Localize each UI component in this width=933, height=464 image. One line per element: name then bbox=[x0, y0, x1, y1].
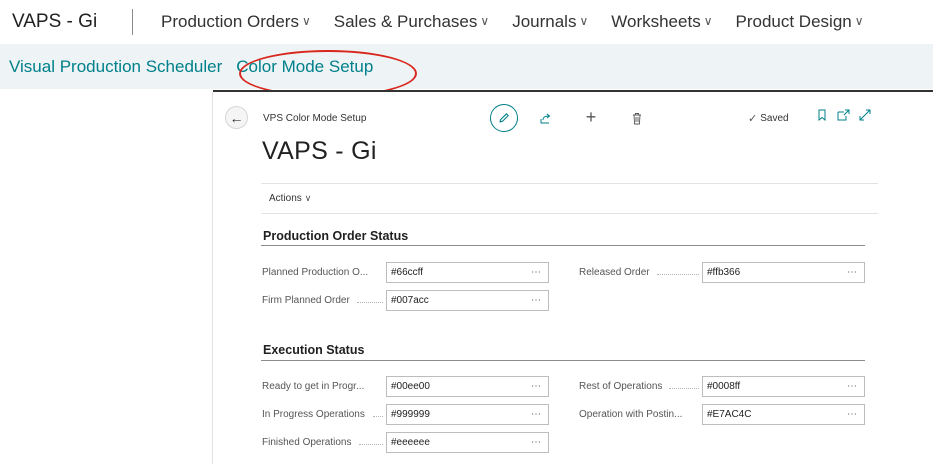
actions-divider-bottom bbox=[261, 213, 878, 214]
ellipsis-icon[interactable]: ⋯ bbox=[531, 437, 548, 448]
subnav-visual-production-scheduler[interactable]: Visual Production Scheduler bbox=[9, 57, 222, 77]
ellipsis-icon[interactable]: ⋯ bbox=[531, 409, 548, 420]
ellipsis-icon[interactable]: ⋯ bbox=[847, 267, 864, 278]
page-title: VAPS - Gi bbox=[262, 137, 377, 165]
field-input-ready-to-get-in-progress[interactable]: #00ee00 ⋯ bbox=[386, 376, 549, 397]
section-execution-status[interactable]: Execution Status bbox=[263, 343, 364, 357]
color-mode-setup-card: ← VPS Color Mode Setup + ✓ Saved VAPS - … bbox=[213, 90, 933, 464]
open-new-window-button[interactable] bbox=[837, 109, 850, 124]
ellipsis-icon[interactable]: ⋯ bbox=[531, 381, 548, 392]
leader-dots bbox=[359, 444, 383, 445]
field-label-in-progress-operations: In Progress Operations bbox=[262, 409, 365, 420]
pencil-icon bbox=[499, 113, 509, 123]
chevron-down-icon: ∨ bbox=[579, 14, 589, 28]
field-label-operation-with-posting: Operation with Postin... bbox=[579, 409, 683, 420]
nav-sales-purchases-label: Sales & Purchases bbox=[333, 12, 478, 31]
ellipsis-icon[interactable]: ⋯ bbox=[847, 409, 864, 420]
field-label-rest-of-operations: Rest of Operations bbox=[579, 381, 663, 392]
field-label-released-order: Released Order bbox=[579, 267, 650, 278]
nav-worksheets-label: Worksheets bbox=[611, 12, 701, 31]
field-input-finished-operations[interactable]: #eeeeee ⋯ bbox=[386, 432, 549, 453]
leader-dots bbox=[669, 388, 699, 389]
top-navigation-bar: VAPS - Gi Production Orders ∨ Sales & Pu… bbox=[0, 0, 933, 44]
field-value: #0008ff bbox=[707, 381, 741, 392]
field-label-firm-planned-order: Firm Planned Order bbox=[262, 295, 350, 306]
bookmark-button[interactable] bbox=[817, 109, 827, 124]
nav-production-orders-label: Production Orders bbox=[161, 12, 299, 31]
app-title[interactable]: VAPS - Gi bbox=[0, 11, 120, 33]
check-icon: ✓ bbox=[748, 113, 758, 125]
chevron-down-icon: ∨ bbox=[854, 14, 864, 28]
actions-divider-top bbox=[261, 183, 878, 184]
field-input-operation-with-posting[interactable]: #E7AC4C ⋯ bbox=[702, 404, 865, 425]
field-input-released-order[interactable]: #ffb366 ⋯ bbox=[702, 262, 865, 283]
field-input-rest-of-operations[interactable]: #0008ff ⋯ bbox=[702, 376, 865, 397]
chevron-down-icon: ∨ bbox=[703, 14, 713, 28]
field-value: #00ee00 bbox=[391, 381, 430, 392]
field-value: #66ccff bbox=[391, 267, 424, 278]
arrow-left-icon: ← bbox=[229, 109, 244, 126]
ellipsis-icon[interactable]: ⋯ bbox=[531, 267, 548, 278]
title-separator bbox=[132, 9, 133, 35]
field-value: #007acc bbox=[391, 295, 429, 306]
chevron-down-icon: ∨ bbox=[301, 14, 311, 28]
actions-label: Actions bbox=[269, 193, 302, 204]
nav-product-design-label: Product Design bbox=[735, 12, 852, 31]
field-input-firm-planned-order[interactable]: #007acc ⋯ bbox=[386, 290, 549, 311]
field-input-planned-production-order[interactable]: #66ccff ⋯ bbox=[386, 262, 549, 283]
nav-journals-label: Journals bbox=[512, 12, 577, 31]
leader-dots bbox=[357, 302, 383, 303]
page-caption: VPS Color Mode Setup bbox=[263, 113, 367, 124]
new-button[interactable]: + bbox=[583, 106, 599, 127]
chevron-down-icon: ∨ bbox=[304, 193, 312, 203]
field-value: #E7AC4C bbox=[707, 409, 752, 420]
ellipsis-icon[interactable]: ⋯ bbox=[847, 381, 864, 392]
expand-icon bbox=[859, 109, 871, 121]
saved-label: Saved bbox=[760, 113, 789, 124]
nav-product-design[interactable]: Product Design ∨ bbox=[736, 12, 864, 32]
delete-button[interactable] bbox=[629, 110, 645, 126]
expand-button[interactable] bbox=[859, 109, 871, 124]
sub-navigation-bar: Visual Production Scheduler Color Mode S… bbox=[0, 44, 933, 89]
nav-journals[interactable]: Journals ∨ bbox=[512, 12, 588, 32]
leader-dots bbox=[373, 416, 383, 417]
ellipsis-icon[interactable]: ⋯ bbox=[531, 295, 548, 306]
field-input-in-progress-operations[interactable]: #999999 ⋯ bbox=[386, 404, 549, 425]
subnav-color-mode-setup[interactable]: Color Mode Setup bbox=[236, 57, 373, 77]
nav-worksheets[interactable]: Worksheets ∨ bbox=[611, 12, 712, 32]
back-button[interactable]: ← bbox=[225, 106, 248, 129]
field-value: #eeeeee bbox=[391, 437, 430, 448]
field-label-ready-to-get-in-progress: Ready to get in Progr... bbox=[262, 381, 365, 392]
actions-menu[interactable]: Actions ∨ bbox=[269, 193, 311, 204]
field-label-planned-production-order: Planned Production O... bbox=[262, 267, 369, 278]
bookmark-icon bbox=[818, 109, 826, 122]
field-label-finished-operations: Finished Operations bbox=[262, 437, 352, 448]
chevron-down-icon: ∨ bbox=[480, 14, 490, 28]
section-rule bbox=[261, 245, 865, 246]
trash-icon bbox=[633, 112, 641, 124]
open-new-window-icon bbox=[837, 109, 850, 121]
section-production-order-status[interactable]: Production Order Status bbox=[263, 229, 408, 243]
nav-sales-purchases[interactable]: Sales & Purchases ∨ bbox=[334, 12, 489, 32]
nav-production-orders[interactable]: Production Orders ∨ bbox=[161, 12, 311, 32]
field-value: #999999 bbox=[391, 409, 430, 420]
share-button[interactable] bbox=[537, 110, 553, 126]
field-value: #ffb366 bbox=[707, 267, 741, 278]
nav-menu: Production Orders ∨ Sales & Purchases ∨ … bbox=[161, 12, 887, 32]
leader-dots bbox=[657, 274, 699, 275]
section-rule bbox=[261, 360, 865, 361]
plus-icon: + bbox=[585, 106, 597, 127]
share-icon bbox=[540, 113, 550, 123]
edit-button[interactable] bbox=[490, 104, 518, 132]
saved-indicator: ✓ Saved bbox=[748, 112, 789, 125]
